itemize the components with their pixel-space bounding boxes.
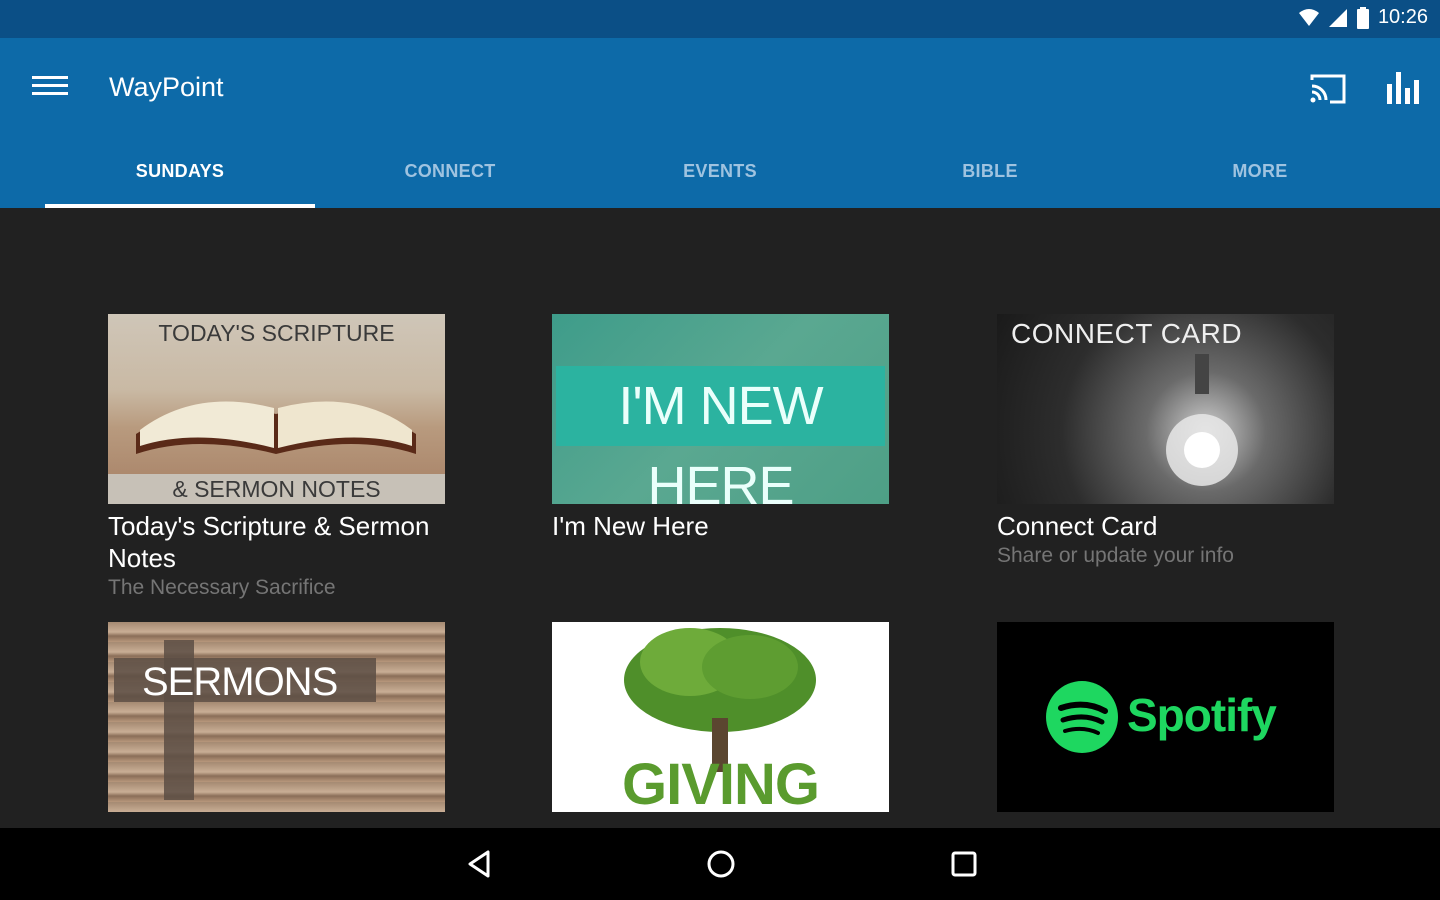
thumb-text: SERMONS	[142, 660, 338, 704]
tab-sundays[interactable]: SUNDAYS	[45, 148, 315, 208]
stats-button[interactable]	[1385, 70, 1425, 106]
open-book-icon	[136, 401, 416, 454]
cast-icon	[1310, 74, 1346, 104]
back-button[interactable]	[462, 846, 498, 882]
card-title: Connect Card	[997, 511, 1158, 541]
giving-thumbnail: GIVING	[552, 622, 889, 812]
card-subtitle: The Necessary Sacrifice	[108, 576, 336, 599]
thumb-text: CONNECT CARD	[1011, 318, 1243, 349]
home-icon	[707, 850, 735, 878]
lightbulb-icon	[1166, 354, 1238, 486]
thumb-text: I'M NEW HERE	[556, 366, 885, 504]
spotify-icon	[1046, 681, 1118, 753]
thumb-text: Spotify	[1127, 689, 1277, 741]
menu-icon	[32, 76, 68, 79]
thumb-bottom-text: & SERMON NOTES	[108, 474, 445, 504]
home-button[interactable]	[703, 846, 739, 882]
menu-button[interactable]	[30, 72, 70, 104]
status-time: 10:26	[1377, 6, 1428, 28]
card-sermons[interactable]: SERMONS	[108, 622, 445, 812]
tab-more[interactable]: MORE	[1125, 148, 1395, 208]
status-bar: 10:26	[0, 0, 1440, 38]
recents-button[interactable]	[946, 846, 982, 882]
tab-connect[interactable]: CONNECT	[315, 148, 585, 208]
spotify-thumbnail: Spotify	[997, 622, 1334, 812]
thumb-top-text: TODAY'S SCRIPTURE	[158, 320, 395, 346]
content-grid: TODAY'S SCRIPTURE & SERMON NOTES Today's…	[0, 208, 1440, 828]
connect-card-thumbnail: CONNECT CARD	[997, 314, 1334, 504]
card-new-here[interactable]: I'M NEW HERE I'm New Here	[552, 314, 889, 542]
battery-icon	[1356, 6, 1369, 29]
signal-icon	[1328, 8, 1347, 27]
card-giving[interactable]: GIVING	[552, 622, 889, 812]
thumb-text: GIVING	[621, 752, 820, 812]
app-bar: WayPoint SUNDAYS CONNECT EVENTS BIBLE MO…	[0, 38, 1440, 208]
tab-events[interactable]: EVENTS	[585, 148, 855, 208]
tab-bible[interactable]: BIBLE	[855, 148, 1125, 208]
bar-chart-icon	[1387, 72, 1419, 104]
tab-bar: SUNDAYS CONNECT EVENTS BIBLE MORE	[45, 148, 1405, 208]
cast-button[interactable]	[1308, 72, 1348, 106]
recents-icon	[951, 851, 977, 877]
card-connect-card[interactable]: CONNECT CARD Connect Card Share or updat…	[997, 314, 1334, 568]
sermons-thumbnail: SERMONS	[108, 622, 445, 812]
scripture-thumbnail: TODAY'S SCRIPTURE & SERMON NOTES	[108, 314, 445, 504]
card-spotify[interactable]: Spotify	[997, 622, 1334, 812]
app-title: WayPoint	[109, 72, 224, 102]
new-here-thumbnail: I'M NEW HERE	[552, 314, 889, 504]
card-title: Today's Scripture & Sermon Notes	[108, 511, 430, 573]
card-scripture-notes[interactable]: TODAY'S SCRIPTURE & SERMON NOTES Today's…	[108, 314, 445, 600]
back-icon	[468, 850, 490, 878]
status-icons: 10:26	[1298, 6, 1428, 29]
navigation-bar	[0, 828, 1440, 900]
card-subtitle: Share or update your info	[997, 544, 1234, 567]
tree-icon	[624, 628, 816, 772]
wifi-icon	[1298, 8, 1319, 26]
card-title: I'm New Here	[552, 511, 709, 541]
